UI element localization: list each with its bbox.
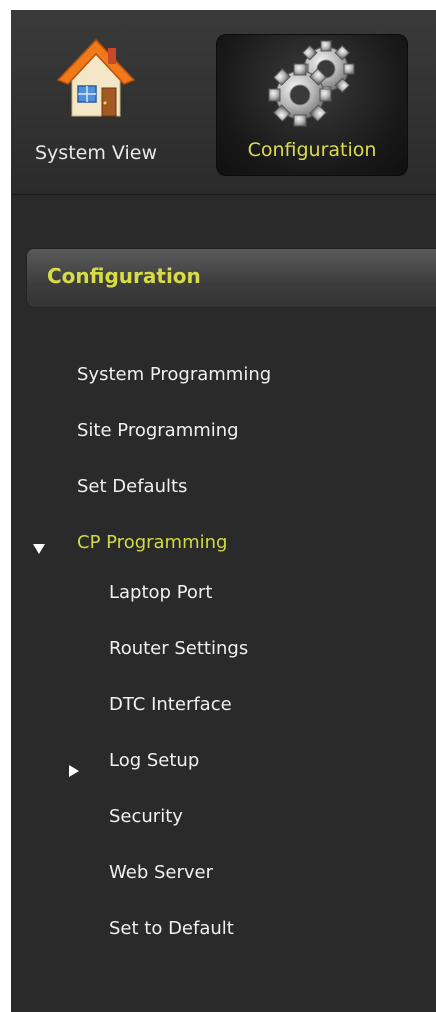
app-frame: System View Configuration Configuration … bbox=[11, 10, 436, 1012]
menu-item-set-to-default[interactable]: Set to Default bbox=[109, 918, 234, 939]
menu-item-security[interactable]: Security bbox=[109, 806, 183, 827]
nav-configuration[interactable]: Configuration bbox=[216, 34, 408, 176]
menu-item-router-settings[interactable]: Router Settings bbox=[109, 638, 248, 659]
menu-item-web-server[interactable]: Web Server bbox=[109, 862, 213, 883]
menu-item-set-defaults[interactable]: Set Defaults bbox=[77, 476, 187, 497]
nav-configuration-label: Configuration bbox=[247, 139, 377, 161]
nav-system-view-label: System View bbox=[35, 142, 157, 164]
menu-item-laptop-port[interactable]: Laptop Port bbox=[109, 582, 212, 603]
house-icon bbox=[56, 38, 136, 117]
expanded-arrow-icon[interactable] bbox=[33, 544, 45, 554]
top-navigation: System View Configuration bbox=[11, 10, 436, 195]
menu-item-system-programming[interactable]: System Programming bbox=[77, 364, 271, 385]
section-header: Configuration bbox=[26, 248, 436, 308]
menu-item-dtc-interface[interactable]: DTC Interface bbox=[109, 694, 232, 715]
menu-item-site-programming[interactable]: Site Programming bbox=[77, 420, 239, 441]
menu-item-log-setup[interactable]: Log Setup bbox=[109, 750, 199, 771]
section-title: Configuration bbox=[47, 264, 201, 288]
gears-icon bbox=[268, 40, 355, 127]
collapsed-arrow-icon[interactable] bbox=[69, 765, 79, 777]
nav-system-view[interactable]: System View bbox=[11, 34, 181, 174]
menu-item-cp-programming[interactable]: CP Programming bbox=[77, 532, 227, 553]
